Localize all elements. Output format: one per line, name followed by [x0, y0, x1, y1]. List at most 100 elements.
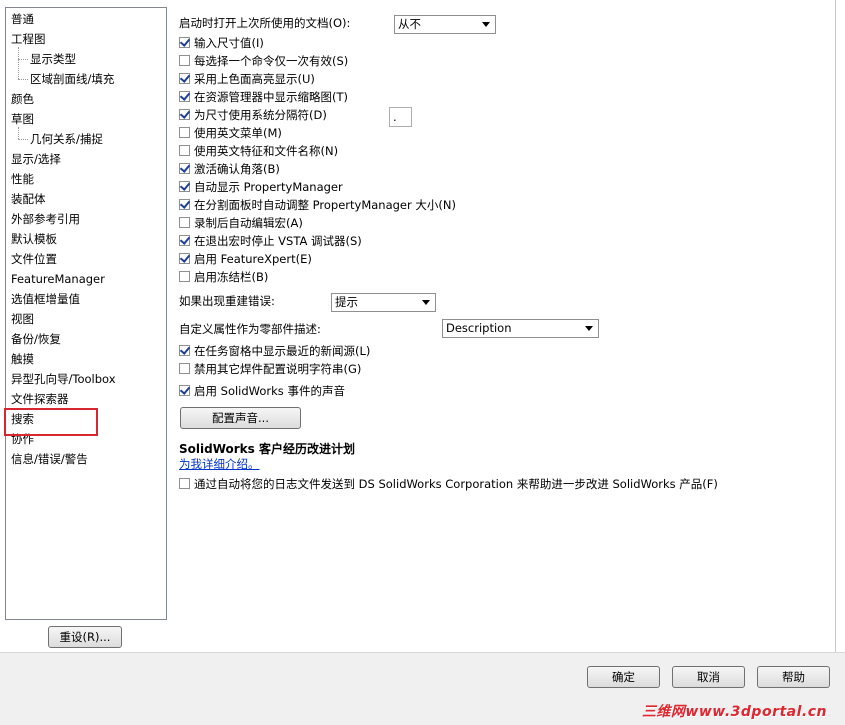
- option-checkbox[interactable]: [179, 181, 190, 192]
- option-label: 在资源管理器中显示缩略图(T): [194, 90, 348, 104]
- tree-item[interactable]: 异型孔向导/Toolbox: [11, 369, 116, 389]
- option-checkbox[interactable]: [179, 145, 190, 156]
- option-checkbox[interactable]: [179, 73, 190, 84]
- configure-sounds-button[interactable]: 配置声音...: [180, 407, 301, 429]
- tree-item[interactable]: 文件位置: [11, 249, 57, 269]
- ceip-learn-more-link[interactable]: 为我详细介绍。: [179, 456, 260, 472]
- content-right-edge: [835, 0, 836, 652]
- option-label: 启用冻结栏(B): [194, 270, 269, 284]
- option-checkbox[interactable]: [179, 91, 190, 102]
- option-row[interactable]: 使用英文特征和文件名称(N): [179, 142, 338, 160]
- ceip-checkbox-row[interactable]: 通过自动将您的日志文件发送到 DS SolidWorks Corporation…: [179, 475, 718, 493]
- ceip-label: 通过自动将您的日志文件发送到 DS SolidWorks Corporation…: [194, 477, 718, 491]
- option-label: 采用上色面高亮显示(U): [194, 72, 315, 86]
- reset-button[interactable]: 重设(R)...: [48, 626, 122, 648]
- tree-item[interactable]: FeatureManager: [11, 269, 105, 289]
- sound-checkbox-row[interactable]: 启用 SolidWorks 事件的声音: [179, 382, 345, 400]
- ceip-checkbox[interactable]: [179, 478, 190, 489]
- option-checkbox[interactable]: [179, 127, 190, 138]
- option-row[interactable]: 在退出宏时停止 VSTA 调试器(S): [179, 232, 362, 250]
- option-row[interactable]: 输入尺寸值(I): [179, 34, 264, 52]
- option-row[interactable]: 录制后自动编辑宏(A): [179, 214, 303, 232]
- option-label: 在分割面板时自动调整 PropertyManager 大小(N): [194, 198, 456, 212]
- option-row[interactable]: 在资源管理器中显示缩略图(T): [179, 88, 348, 106]
- option-row[interactable]: 启用冻结栏(B): [179, 268, 268, 286]
- option-extra-label: 在任务窗格中显示最近的新闻源(L): [194, 344, 371, 358]
- tree-item[interactable]: 工程图: [11, 29, 46, 49]
- option-checkbox[interactable]: [179, 271, 190, 282]
- cancel-button[interactable]: 取消: [672, 666, 745, 688]
- startup-open-label: 启动时打开上次所使用的文档(O):: [179, 16, 351, 30]
- option-label: 自动显示 PropertyManager: [194, 180, 343, 194]
- tree-item[interactable]: 装配体: [11, 189, 46, 209]
- tree-connector: [18, 59, 28, 60]
- ceip-title: SolidWorks 客户经历改进计划: [179, 442, 355, 456]
- option-row[interactable]: 激活确认角落(B): [179, 160, 280, 178]
- option-label: 使用英文菜单(M): [194, 126, 282, 140]
- option-label: 每选择一个命令仅一次有效(S): [194, 54, 349, 68]
- startup-open-select[interactable]: 从不: [394, 15, 496, 34]
- option-label: 为尺寸使用系统分隔符(D): [194, 108, 327, 122]
- tree-item[interactable]: 显示类型: [30, 49, 76, 69]
- separator-input[interactable]: .: [389, 107, 412, 127]
- sound-label: 启用 SolidWorks 事件的声音: [194, 384, 345, 398]
- tree-item[interactable]: 颜色: [11, 89, 34, 109]
- rebuild-error-value: 提示: [335, 295, 358, 309]
- option-checkbox[interactable]: [179, 253, 190, 264]
- ok-button[interactable]: 确定: [587, 666, 660, 688]
- option-extra-row[interactable]: 禁用其它焊件配置说明字符串(G): [179, 360, 361, 378]
- search-highlight-box: [4, 408, 98, 436]
- option-extra-row[interactable]: 在任务窗格中显示最近的新闻源(L): [179, 342, 370, 360]
- option-row[interactable]: 使用英文菜单(M): [179, 124, 282, 142]
- rebuild-error-select[interactable]: 提示: [331, 293, 436, 312]
- option-checkbox[interactable]: [179, 199, 190, 210]
- sound-checkbox[interactable]: [179, 385, 190, 396]
- option-checkbox[interactable]: [179, 235, 190, 246]
- option-checkbox[interactable]: [179, 37, 190, 48]
- tree-item[interactable]: 文件探索器: [11, 389, 69, 409]
- custom-property-label: 自定义属性作为零部件描述:: [179, 322, 321, 336]
- tree-item[interactable]: 默认模板: [11, 229, 57, 249]
- option-row[interactable]: 在分割面板时自动调整 PropertyManager 大小(N): [179, 196, 456, 214]
- tree-item[interactable]: 备份/恢复: [11, 329, 61, 349]
- tree-connector: [18, 127, 19, 139]
- chevron-down-icon: [585, 326, 593, 331]
- option-checkbox[interactable]: [179, 55, 190, 66]
- tree-item[interactable]: 外部参考引用: [11, 209, 80, 229]
- option-row[interactable]: 为尺寸使用系统分隔符(D): [179, 106, 327, 124]
- rebuild-error-label: 如果出现重建错误:: [179, 294, 275, 308]
- option-label: 启用 FeatureXpert(E): [194, 252, 312, 266]
- tree-connector: [18, 47, 19, 79]
- tree-item[interactable]: 区域剖面线/填充: [30, 69, 114, 89]
- custom-property-value: Description: [446, 321, 512, 335]
- watermark-text: 三维网www.3dportal.cn: [641, 704, 827, 720]
- option-row[interactable]: 每选择一个命令仅一次有效(S): [179, 52, 348, 70]
- option-label: 激活确认角落(B): [194, 162, 280, 176]
- options-tree[interactable]: 普通 工程图 显示类型 区域剖面线/填充 颜色 草图 几何关系/捕捉 显示/选择 性能 装配体 外部…: [5, 7, 167, 620]
- tree-item[interactable]: 触摸: [11, 349, 34, 369]
- option-label: 使用英文特征和文件名称(N): [194, 144, 339, 158]
- option-checkbox[interactable]: [179, 163, 190, 174]
- tree-item[interactable]: 草图: [11, 109, 34, 129]
- tree-item[interactable]: 性能: [11, 169, 34, 189]
- tree-connector: [18, 79, 28, 80]
- option-extra-checkbox[interactable]: [179, 345, 190, 356]
- tree-item[interactable]: 显示/选择: [11, 149, 61, 169]
- option-extra-label: 禁用其它焊件配置说明字符串(G): [194, 362, 362, 376]
- option-row[interactable]: 启用 FeatureXpert(E): [179, 250, 312, 268]
- tree-item[interactable]: 信息/错误/警告: [11, 449, 88, 469]
- option-row[interactable]: 自动显示 PropertyManager: [179, 178, 343, 196]
- tree-item[interactable]: 普通: [11, 9, 34, 29]
- tree-connector: [18, 139, 28, 140]
- option-checkbox[interactable]: [179, 217, 190, 228]
- tree-item[interactable]: 选值框增量值: [11, 289, 80, 309]
- chevron-down-icon: [422, 300, 430, 305]
- chevron-down-icon: [482, 22, 490, 27]
- option-row[interactable]: 采用上色面高亮显示(U): [179, 70, 315, 88]
- help-button[interactable]: 帮助: [757, 666, 830, 688]
- option-extra-checkbox[interactable]: [179, 363, 190, 374]
- custom-property-select[interactable]: Description: [442, 319, 599, 338]
- tree-item[interactable]: 几何关系/捕捉: [30, 129, 103, 149]
- tree-item[interactable]: 视图: [11, 309, 34, 329]
- option-checkbox[interactable]: [179, 109, 190, 120]
